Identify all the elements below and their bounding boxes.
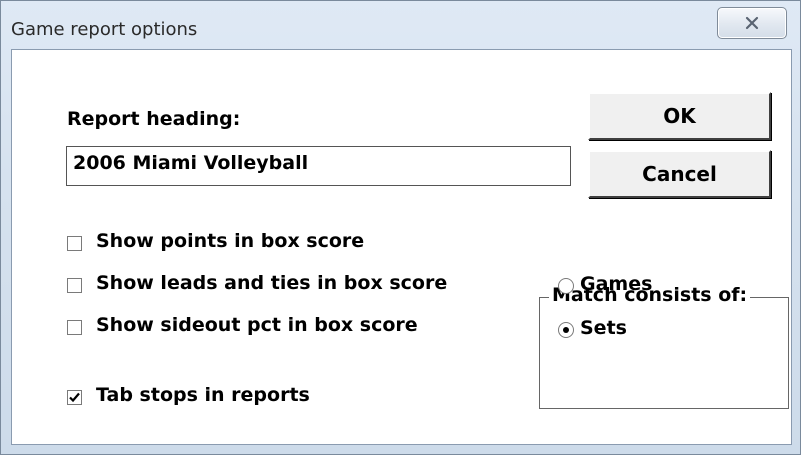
dialog-window: Game report options Report heading: 2006… [0,0,801,455]
checkmark-icon [69,392,80,403]
report-heading-label: Report heading: [67,108,241,130]
show-points-label[interactable]: Show points in box score [96,230,364,252]
cancel-button[interactable]: Cancel [588,150,771,198]
show-sideout-label[interactable]: Show sideout pct in box score [96,314,418,336]
sets-radio[interactable] [558,322,574,338]
show-leads-ties-checkbox[interactable] [67,278,82,293]
show-points-checkbox[interactable] [67,236,82,251]
games-radio-label[interactable]: Games [580,273,652,295]
dialog-body: Report heading: 2006 Miami Volleyball OK… [11,49,792,445]
report-heading-input[interactable]: 2006 Miami Volleyball [66,146,571,186]
show-sideout-checkbox[interactable] [67,320,82,335]
close-icon [745,16,759,30]
close-button[interactable] [717,7,787,39]
radio-selected-dot [563,327,569,333]
show-leads-ties-label[interactable]: Show leads and ties in box score [96,272,447,294]
sets-radio-label[interactable]: Sets [580,317,627,339]
match-groupbox [539,297,789,409]
tab-stops-label[interactable]: Tab stops in reports [96,384,310,406]
ok-button[interactable]: OK [588,92,771,140]
tab-stops-checkbox[interactable] [67,390,82,405]
games-radio[interactable] [558,278,574,294]
window-title: Game report options [11,19,198,40]
